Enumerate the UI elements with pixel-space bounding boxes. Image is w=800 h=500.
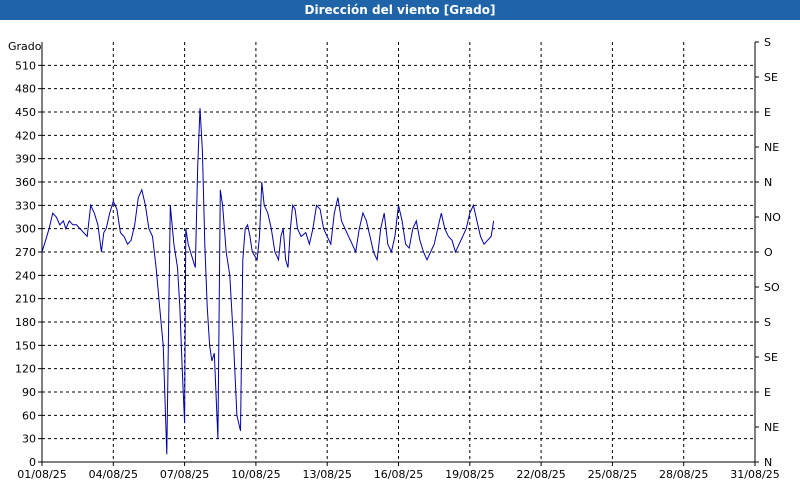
y-tick-label: 90 [22,386,36,399]
right-tick-label: S [764,316,771,329]
title-bar: Dirección del viento [Grado] [0,0,800,20]
x-tick-label: 19/08/25 [445,468,494,481]
y-tick-label: 300 [15,223,36,236]
x-tick-label: 04/08/25 [89,468,138,481]
right-tick-label: E [764,386,771,399]
x-tick-label: 13/08/25 [302,468,351,481]
x-tick-label: 31/08/25 [730,468,779,481]
y-tick-label: 120 [15,363,36,376]
x-tick-label: 16/08/25 [374,468,423,481]
chart-area: Grado 0306090120150180210240270300330360… [8,36,781,481]
right-tick-labels: NNEESESSOONONNEESES [755,36,781,469]
right-tick-label: O [764,246,773,259]
y-tick-label: 150 [15,339,36,352]
y-tick-label: 390 [15,153,36,166]
right-tick-label: E [764,106,771,119]
y-tick-label: 510 [15,59,36,72]
y-tick-label: 60 [22,409,36,422]
right-tick-label: NE [764,421,779,434]
y-tick-label: 360 [15,176,36,189]
y-tick-label: 30 [22,433,36,446]
y-tick-label: 450 [15,106,36,119]
y-tick-label: 480 [15,83,36,96]
x-tick-label: 28/08/25 [659,468,708,481]
y-tick-label: 210 [15,293,36,306]
y-tick-labels: 0306090120150180210240270300330360390420… [15,59,42,469]
y-axis-label: Grado [8,40,42,53]
y-tick-label: 270 [15,246,36,259]
right-tick-label: NE [764,141,779,154]
x-tick-label: 25/08/25 [588,468,637,481]
x-tick-label: 07/08/25 [160,468,209,481]
right-tick-label: SE [764,71,778,84]
right-tick-label: SE [764,351,778,364]
x-tick-label: 01/08/25 [17,468,66,481]
x-tick-labels: 01/08/25 04/08/25 07/08/25 10/08/25 13/08/25… [17,462,780,481]
x-tick-label: 10/08/25 [231,468,280,481]
y-tick-label: 420 [15,129,36,142]
right-tick-label: NO [764,211,781,224]
y-tick-label: 240 [15,269,36,282]
y-tick-label: 180 [15,316,36,329]
y-tick-label: 330 [15,199,36,212]
right-tick-label: S [764,36,771,49]
right-tick-label: N [764,176,772,189]
right-tick-label: SO [764,281,780,294]
x-tick-label: 22/08/25 [516,468,565,481]
chart-title: Dirección del viento [Grado] [304,3,496,17]
